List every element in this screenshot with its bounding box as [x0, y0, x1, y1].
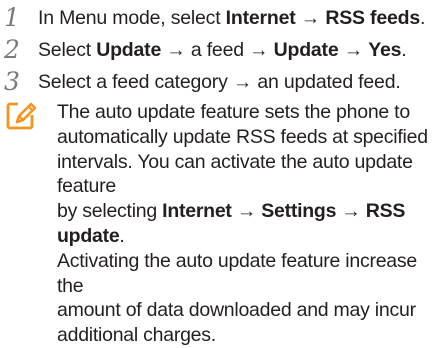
note-line: by selecting Internet → Settings → RSS u… — [57, 199, 439, 249]
step-text-part: . — [401, 39, 407, 61]
step-text-part: → a feed → — [161, 39, 274, 61]
note-line: additional charges. — [57, 323, 439, 348]
note-text-part: by selecting — [57, 200, 163, 223]
step-text-part: Select a feed category → an updated feed… — [38, 71, 401, 93]
step-number: 3 — [4, 67, 20, 96]
note-text-part: additional charges. — [57, 324, 216, 347]
note-text-part: The auto update feature sets the phone t… — [57, 101, 410, 123]
step-text-part-bold: Yes — [368, 39, 402, 61]
step-text: In Menu mode, select Internet → RSS feed… — [38, 6, 425, 30]
step-text-part-bold: Internet — [225, 7, 296, 29]
note-text-part: amount of data downloaded and may incur — [57, 299, 416, 322]
step-text-part: → — [338, 39, 369, 61]
note-line: The auto update feature sets the phone t… — [57, 100, 439, 125]
step-text-part-bold: Update — [273, 39, 339, 61]
step-number: 1 — [4, 3, 20, 32]
note-line: automatically update RSS feeds at specif… — [57, 125, 439, 150]
step-text-part-bold: Update — [96, 39, 162, 61]
note-text-part-bold: Internet — [162, 200, 232, 223]
step-number: 2 — [4, 35, 20, 64]
step-3: 3 Select a feed category → an updated fe… — [0, 66, 439, 104]
step-text-part: → — [295, 7, 326, 29]
note-line: Activating the auto update feature incre… — [57, 249, 439, 299]
note-text-part: → — [336, 200, 366, 223]
note-text-part: intervals. You can activate the auto upd… — [57, 150, 413, 198]
step-text-part: Select — [38, 39, 97, 61]
note-text: The auto update feature sets the phone t… — [57, 100, 439, 348]
note-text-part: → — [231, 200, 262, 223]
step-text: Select Update → a feed → Update → Yes. — [38, 38, 407, 62]
note-line: amount of data downloaded and may incur — [57, 298, 439, 323]
note-line: intervals. You can activate the auto upd… — [57, 150, 439, 200]
step-text-part: . — [419, 7, 426, 29]
step-text: Select a feed category → an updated feed… — [38, 70, 401, 94]
note-text-part: . — [119, 224, 125, 247]
note-text-part: Activating the auto update feature incre… — [57, 249, 417, 297]
step-text-part: In Menu mode, select — [38, 7, 226, 29]
note-text-part: automatically update RSS feeds at specif… — [57, 125, 428, 148]
note-pencil-icon — [6, 101, 38, 132]
step-text-part-bold: RSS feeds — [325, 7, 420, 29]
note-text-part-bold: Settings — [261, 200, 337, 223]
